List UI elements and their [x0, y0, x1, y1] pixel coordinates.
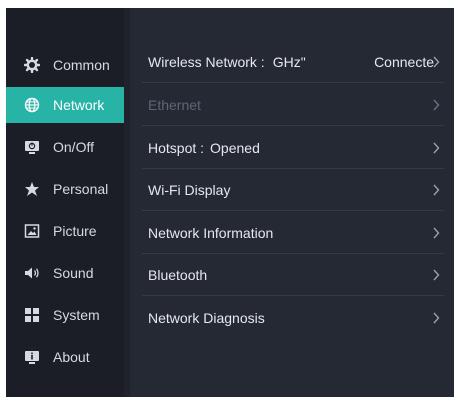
- connection-status: Connecte: [374, 54, 434, 70]
- row-label: Bluetooth: [148, 267, 208, 283]
- globe-icon: [24, 97, 40, 113]
- sidebar-item-label: Personal: [53, 181, 109, 197]
- wifi-display-row[interactable]: Wi-Fi Display: [130, 169, 454, 211]
- network-settings-list: Wireless Network : GHz" Connecte Etherne…: [130, 8, 454, 397]
- network-diagnosis-row[interactable]: Network Diagnosis: [130, 297, 454, 339]
- wireless-network-row[interactable]: Wireless Network : GHz" Connecte: [130, 41, 454, 83]
- row-divider: [142, 295, 444, 296]
- settings-panel: Common Network On/Off Personal Picture S…: [6, 8, 454, 397]
- ethernet-row[interactable]: Ethernet: [130, 84, 454, 126]
- chevron-right-icon: [433, 56, 440, 68]
- chevron-right-icon: [433, 227, 440, 239]
- row-label: Network Diagnosis: [148, 310, 265, 326]
- sidebar-item-network[interactable]: Network: [6, 87, 124, 123]
- chevron-right-icon: [433, 312, 440, 324]
- image-icon: [24, 224, 40, 238]
- sidebar-item-common[interactable]: Common: [6, 47, 124, 83]
- sidebar-item-label: About: [53, 349, 90, 365]
- row-label: Network Information: [148, 225, 274, 241]
- speaker-icon: [25, 267, 39, 279]
- sidebar-item-label: System: [53, 307, 100, 323]
- sidebar-item-label: Network: [53, 97, 105, 113]
- star-pin-icon: [25, 182, 39, 196]
- row-label: Ethernet: [148, 97, 201, 113]
- row-divider: [142, 82, 444, 83]
- info-monitor-icon: [25, 351, 39, 364]
- settings-sidebar: Common Network On/Off Personal Picture S…: [6, 8, 124, 397]
- row-label: Wireless Network :: [148, 54, 265, 70]
- chevron-right-icon: [433, 184, 440, 196]
- wireless-band-value: GHz": [272, 54, 306, 70]
- hotspot-status-value: Opened: [210, 140, 260, 156]
- sidebar-item-label: Picture: [53, 223, 97, 239]
- sidebar-item-on-off[interactable]: On/Off: [6, 129, 124, 165]
- chevron-right-icon: [433, 269, 440, 281]
- sidebar-item-sound[interactable]: Sound: [6, 255, 124, 291]
- sidebar-item-label: Common: [53, 57, 110, 73]
- row-divider: [142, 210, 444, 211]
- sidebar-item-label: Sound: [53, 265, 94, 281]
- system-blocks-icon: [25, 308, 39, 322]
- sidebar-item-picture[interactable]: Picture: [6, 213, 124, 249]
- sidebar-item-personal[interactable]: Personal: [6, 171, 124, 207]
- power-monitor-icon: [25, 141, 39, 154]
- sidebar-item-about[interactable]: About: [6, 339, 124, 375]
- chevron-right-icon: [433, 99, 440, 111]
- sidebar-item-label: On/Off: [53, 139, 94, 155]
- row-label: Hotspot :: [148, 140, 205, 156]
- network-information-row[interactable]: Network Information: [130, 212, 454, 254]
- hotspot-row[interactable]: Hotspot : Opened: [130, 127, 454, 169]
- chevron-right-icon: [433, 142, 440, 154]
- gear-icon: [24, 57, 40, 73]
- row-divider: [142, 125, 444, 126]
- sidebar-item-system[interactable]: System: [6, 297, 124, 333]
- row-label: Wi-Fi Display: [148, 182, 231, 198]
- bluetooth-row[interactable]: Bluetooth: [130, 254, 454, 296]
